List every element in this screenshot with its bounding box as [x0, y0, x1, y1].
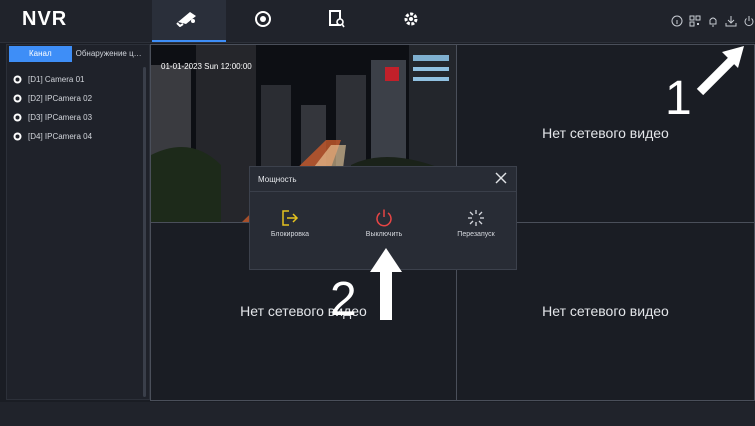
power-icon	[344, 209, 424, 227]
power-icon[interactable]	[743, 14, 755, 27]
step-number-1: 1	[665, 72, 692, 125]
camera-status-icon	[13, 94, 22, 103]
info-icon[interactable]	[671, 14, 683, 27]
arrow-1-icon	[696, 46, 744, 96]
camera-list-item[interactable]: [D3] IPCamera 03	[7, 109, 149, 125]
tab-file-search[interactable]	[300, 0, 374, 42]
no-video-message: Нет сетевого видео	[542, 125, 669, 141]
logout-icon	[250, 209, 330, 227]
tab-playback[interactable]	[226, 0, 300, 42]
bottom-bar	[0, 402, 755, 426]
download-icon[interactable]	[725, 14, 737, 27]
restart-label: Перезапуск	[457, 231, 495, 238]
no-video-message: Нет сетевого видео	[240, 303, 367, 319]
lock-button[interactable]: Блокировка	[250, 209, 330, 238]
step-number-2: 2	[330, 273, 357, 326]
camera-list-item[interactable]: [D2] IPCamera 02	[7, 90, 149, 106]
arrow-2-icon	[370, 248, 402, 320]
tab-target-detection[interactable]: Обнаружение це...	[72, 46, 147, 62]
camera-name: [D2] IPCamera 02	[28, 93, 93, 103]
close-icon[interactable]	[494, 171, 508, 185]
osd-timestamp: 01-01-2023 Sun 12:00:00	[161, 62, 252, 71]
camera-name: [D4] IPCamera 04	[28, 131, 93, 141]
tab-settings[interactable]	[374, 0, 448, 42]
camera-name: [D3] IPCamera 03	[28, 112, 93, 122]
restart-icon	[436, 209, 516, 227]
restart-button[interactable]: Перезапуск	[436, 209, 516, 238]
channel-sidebar: Канал Обнаружение це... [D1] Camera 01 […	[6, 44, 150, 400]
tab-channel[interactable]: Канал	[9, 46, 72, 62]
bell-icon[interactable]	[707, 14, 719, 27]
camera-list-item[interactable]: [D4] IPCamera 04	[7, 128, 149, 144]
camera-status-icon	[13, 113, 22, 122]
camera-status-icon	[13, 75, 22, 84]
camera-status-icon	[13, 132, 22, 141]
dialog-divider	[250, 191, 516, 192]
playback-icon	[254, 10, 272, 33]
file-search-icon	[329, 9, 345, 33]
lock-label: Блокировка	[270, 231, 310, 238]
sidebar-scrollbar[interactable]	[143, 67, 146, 397]
app-logo: NVR	[22, 8, 68, 30]
no-video-message: Нет сетевого видео	[542, 303, 669, 319]
camera-name: [D1] Camera 01	[28, 74, 85, 84]
top-right-icons	[671, 14, 755, 27]
tab-live-view[interactable]	[152, 0, 226, 42]
camera-list-item[interactable]: [D1] Camera 01	[7, 71, 149, 87]
shutdown-label: Выключить	[365, 231, 403, 238]
camera-icon	[174, 9, 204, 32]
qr-icon[interactable]	[689, 14, 701, 27]
gear-icon	[402, 10, 420, 33]
dialog-title: Мощность	[258, 175, 297, 184]
shutdown-button[interactable]: Выключить	[344, 209, 424, 238]
top-bar: NVR	[0, 0, 755, 43]
